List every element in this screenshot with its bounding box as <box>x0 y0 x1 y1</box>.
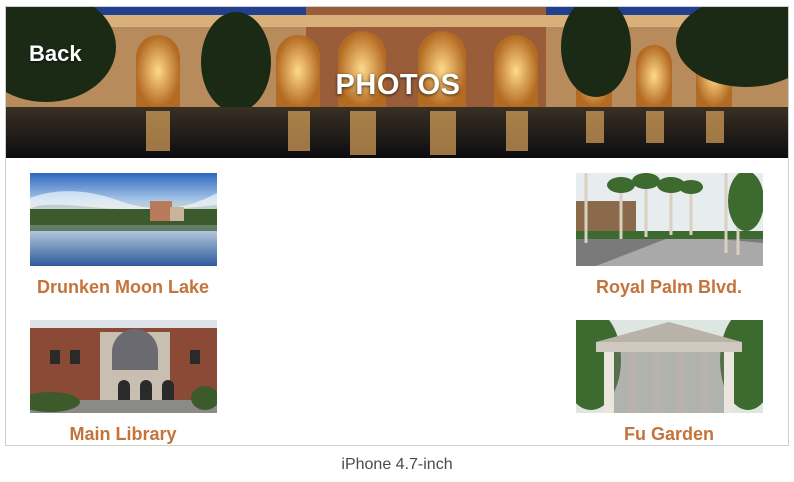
back-button[interactable]: Back <box>29 41 82 67</box>
photo-drunken-moon-lake[interactable] <box>30 173 217 266</box>
photo-caption[interactable]: Drunken Moon Lake <box>13 277 233 298</box>
photo-royal-palm-blvd[interactable] <box>576 173 763 266</box>
header-banner: Back PHOTOS <box>6 7 788 158</box>
device-label: iPhone 4.7-inch <box>341 456 453 473</box>
photo-fu-garden[interactable] <box>576 320 763 413</box>
photo-caption[interactable]: Main Library <box>13 424 233 445</box>
device-frame: Back PHOTOS Drunken Moon Lake Royal Palm… <box>5 6 789 446</box>
photo-caption[interactable]: Royal Palm Blvd. <box>559 277 779 298</box>
page-title: PHOTOS <box>335 69 461 101</box>
photo-main-library[interactable] <box>30 320 217 413</box>
photo-caption[interactable]: Fu Garden <box>559 424 779 445</box>
